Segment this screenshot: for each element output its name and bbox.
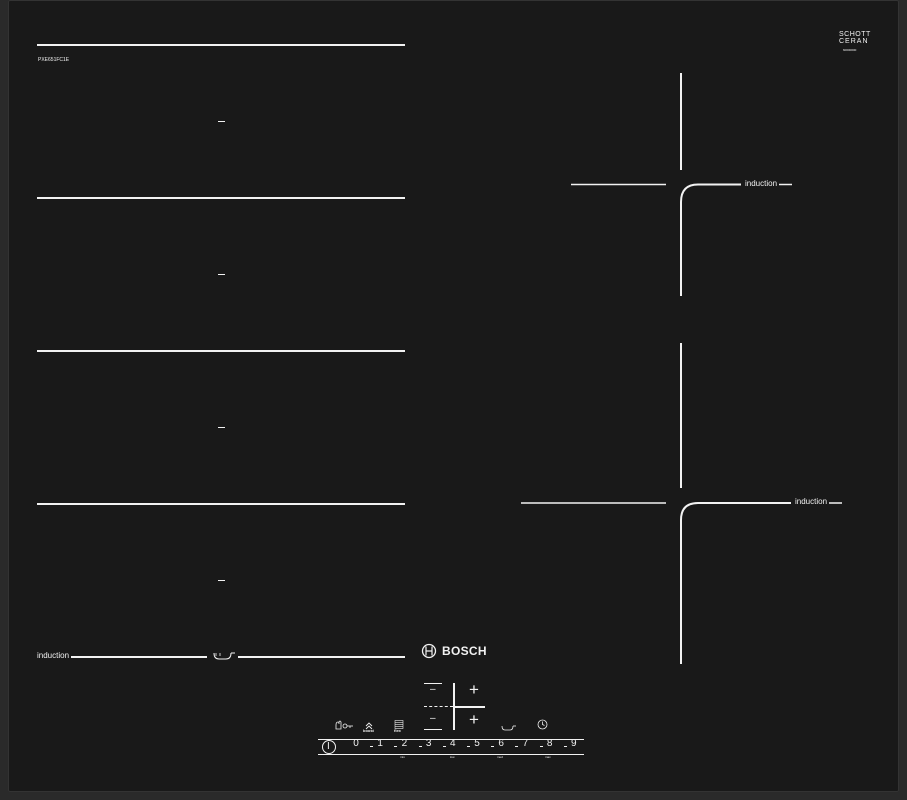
right-bottom-zone-label: induction	[795, 497, 828, 506]
plus-button-bottom[interactable]: +	[469, 710, 479, 730]
clock-icon	[537, 719, 548, 730]
flex-label: flex	[394, 728, 401, 733]
slider-separator	[539, 746, 543, 747]
child-lock-icon	[335, 720, 353, 730]
slider-label-max: max	[545, 755, 551, 759]
main-switch-button[interactable]: I	[322, 740, 336, 754]
bosch-armature-icon	[421, 643, 437, 659]
slider-level-3[interactable]: 3	[422, 738, 436, 749]
minus-button-bottom[interactable]: –	[430, 713, 436, 724]
slider-level-5[interactable]: 5	[470, 738, 484, 749]
timer-line-bottom	[424, 729, 442, 730]
pan-sensor-icon	[501, 725, 516, 731]
brand-name: BOSCH	[442, 644, 487, 658]
slider-separator	[442, 746, 446, 747]
slider-separator	[370, 746, 374, 747]
slider-level-9[interactable]: 9	[567, 738, 581, 749]
timer-button[interactable]	[537, 717, 548, 730]
slider-separator	[394, 746, 398, 747]
slider-separator	[563, 746, 567, 747]
slider-label-low: low	[450, 755, 455, 759]
slider-label-med: med	[497, 755, 503, 759]
slider-level-2[interactable]: 2	[397, 738, 411, 749]
slider-label-min: min	[400, 755, 405, 759]
slider-level-6[interactable]: 6	[494, 738, 508, 749]
slider-separator	[515, 746, 519, 747]
pan-sensor-button[interactable]	[501, 719, 517, 731]
right-bottom-zone-marks	[521, 343, 842, 664]
boost-label: boost	[363, 728, 374, 733]
minus-button-top[interactable]: –	[430, 684, 436, 695]
timer-divider-horizontal	[453, 706, 485, 708]
slider-separator	[467, 746, 470, 747]
slider-separator	[491, 746, 495, 747]
slider-separator	[418, 746, 422, 747]
slider-level-1[interactable]: 1	[373, 738, 387, 749]
plus-button-top[interactable]: +	[469, 680, 479, 700]
slider-level-8[interactable]: 8	[543, 738, 557, 749]
boost-button[interactable]: boost	[362, 717, 376, 737]
flex-button[interactable]: flex	[392, 716, 406, 736]
slider-level-4[interactable]: 4	[446, 738, 460, 749]
timer-dashed-line	[424, 706, 453, 707]
child-lock-button[interactable]	[334, 717, 354, 730]
slider-level-7[interactable]: 7	[518, 738, 532, 749]
slider-level-0[interactable]: 0	[349, 738, 363, 749]
main-switch-symbol: I	[327, 741, 330, 752]
